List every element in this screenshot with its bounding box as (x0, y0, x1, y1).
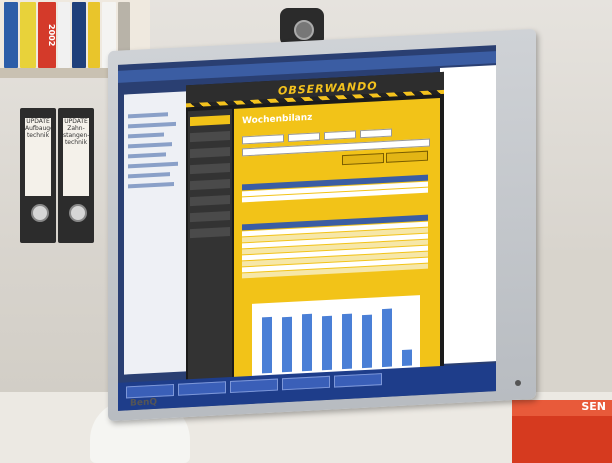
webcam-lens (294, 20, 314, 40)
nav-item[interactable] (190, 115, 230, 127)
binder-label: UPDATE Zahn- stangen- technik (63, 118, 89, 196)
tree-item (128, 132, 164, 139)
monitor-brand: BenQ (130, 397, 158, 409)
filter-field[interactable] (360, 128, 392, 139)
taskbar-button[interactable] (178, 381, 226, 396)
binder-aufbau: UPDATE Aufbauge- technik (20, 108, 56, 243)
tree-item (128, 152, 166, 159)
filter-field[interactable] (324, 130, 356, 141)
action-button[interactable] (342, 152, 384, 166)
tree-item (128, 112, 168, 119)
binder-ring (69, 204, 87, 222)
nav-item[interactable] (190, 227, 230, 239)
book-spine (58, 2, 70, 68)
book-spine (72, 2, 86, 68)
chart-bar (262, 316, 272, 374)
chart-bar (342, 313, 352, 370)
bar-chart (252, 295, 420, 378)
page-heading: Wochenbilanz (242, 112, 313, 127)
power-button (515, 380, 521, 386)
chart-bar (322, 315, 332, 371)
nav-item[interactable] (190, 147, 230, 159)
nav-item[interactable] (190, 211, 230, 223)
binder-zahnstangen: UPDATE Zahn- stangen- technik (58, 108, 94, 243)
nav-item[interactable] (190, 163, 230, 175)
observando-app: OBSERWANDO Wochenbilanz (186, 71, 444, 386)
taskbar-button[interactable] (282, 375, 330, 391)
book-spine (4, 2, 18, 68)
chart-bar (282, 316, 292, 373)
tree-item (128, 181, 174, 189)
taskbar-button[interactable] (126, 383, 174, 399)
filter-field[interactable] (288, 132, 320, 142)
taskbar-button[interactable] (334, 373, 382, 388)
book-spine (88, 2, 100, 68)
binder-label: UPDATE Aufbauge- technik (25, 118, 51, 196)
nav-item[interactable] (190, 195, 230, 207)
chart-bar (402, 349, 412, 367)
nav-item[interactable] (190, 131, 230, 143)
filter-field[interactable] (242, 134, 284, 145)
chart-bar (362, 314, 372, 369)
taskbar-button[interactable] (230, 378, 278, 394)
explorer-pane (124, 91, 186, 375)
app-nav (188, 108, 232, 382)
tree-item (128, 172, 170, 179)
binder-ring (31, 204, 49, 222)
tree-item (128, 161, 178, 169)
side-panel (440, 65, 496, 365)
book-spine-2002: 2002 (38, 2, 56, 68)
monitor-screen: OBSERWANDO Wochenbilanz (118, 45, 496, 411)
tree-item (128, 121, 176, 129)
nav-item[interactable] (190, 179, 230, 191)
action-button[interactable] (386, 150, 428, 163)
chart-bar (302, 313, 312, 372)
red-box-label: SEN (512, 400, 612, 416)
book-spine (20, 2, 36, 68)
app-content: Wochenbilanz (234, 98, 440, 381)
tree-item (128, 142, 172, 149)
chart-bar (382, 308, 392, 368)
